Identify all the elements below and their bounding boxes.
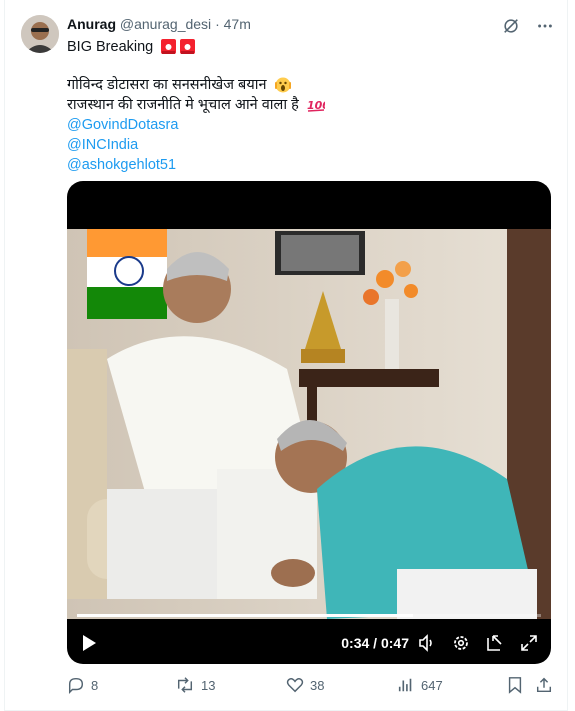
mention-link[interactable]: @ashokgehlot51 <box>67 155 325 175</box>
like-button[interactable]: 38 <box>286 676 324 694</box>
author-name[interactable]: Anurag <box>67 16 116 32</box>
share-button[interactable] <box>535 676 553 694</box>
video-player[interactable]: 0:34 / 0:47 <box>67 181 551 664</box>
reply-count: 8 <box>91 677 99 693</box>
repost-button[interactable]: 13 <box>175 676 215 694</box>
bookmark-button[interactable] <box>507 676 523 694</box>
text-line-1: गोविन्द डोटासरा का सनसनीखेज बयान <box>67 77 267 93</box>
repost-count: 13 <box>201 677 216 693</box>
hundred-emoji-icon: 100 <box>307 97 325 113</box>
video-controls: 0:34 / 0:47 <box>67 625 551 661</box>
reply-icon <box>67 676 85 694</box>
video-progress-fill <box>77 614 413 617</box>
video-progress-bar[interactable] <box>77 614 541 617</box>
mention-link[interactable]: @GovindDotasra <box>67 115 325 135</box>
avatar[interactable] <box>21 15 59 53</box>
like-count: 38 <box>310 677 325 693</box>
author-handle[interactable]: @anurag_desi <box>120 16 211 32</box>
current-time: 0:34 <box>341 635 370 651</box>
settings-icon[interactable] <box>451 633 471 653</box>
video-frame[interactable] <box>67 229 551 619</box>
more-icon[interactable] <box>535 16 555 36</box>
scream-emoji-icon <box>274 77 291 93</box>
time-separator: / <box>369 635 381 651</box>
like-icon <box>286 676 304 694</box>
mention-link[interactable]: @INCIndia <box>67 135 325 155</box>
siren-icon <box>161 39 196 55</box>
reply-button[interactable]: 8 <box>67 676 98 694</box>
popout-icon[interactable] <box>485 633 505 653</box>
play-icon[interactable] <box>81 634 97 657</box>
tweet-header: Anurag @anurag_desi · 47m <box>67 16 251 32</box>
video-time: 0:34 / 0:47 <box>341 635 409 651</box>
text-line-2: राजस्थान की राजनीति मे भूचाल आने वाला है <box>67 97 299 113</box>
repost-icon <box>175 676 195 694</box>
views-icon <box>397 676 415 694</box>
separator-dot: · <box>215 16 220 32</box>
tweet-text: BIG Breaking गोविन्द डोटासरा का सनसनीखेज… <box>67 37 325 175</box>
headline: BIG Breaking <box>67 39 154 55</box>
views-button[interactable]: 647 <box>397 676 443 694</box>
share-icon <box>535 676 553 694</box>
bookmark-icon <box>507 676 523 694</box>
tweet-time[interactable]: 47m <box>224 16 251 32</box>
volume-icon[interactable] <box>417 633 437 653</box>
grok-icon[interactable] <box>501 16 521 36</box>
tweet-actions: 8 13 38 647 <box>67 676 553 698</box>
duration: 0:47 <box>380 635 409 651</box>
views-count: 647 <box>421 677 443 693</box>
fullscreen-icon[interactable] <box>519 633 539 653</box>
